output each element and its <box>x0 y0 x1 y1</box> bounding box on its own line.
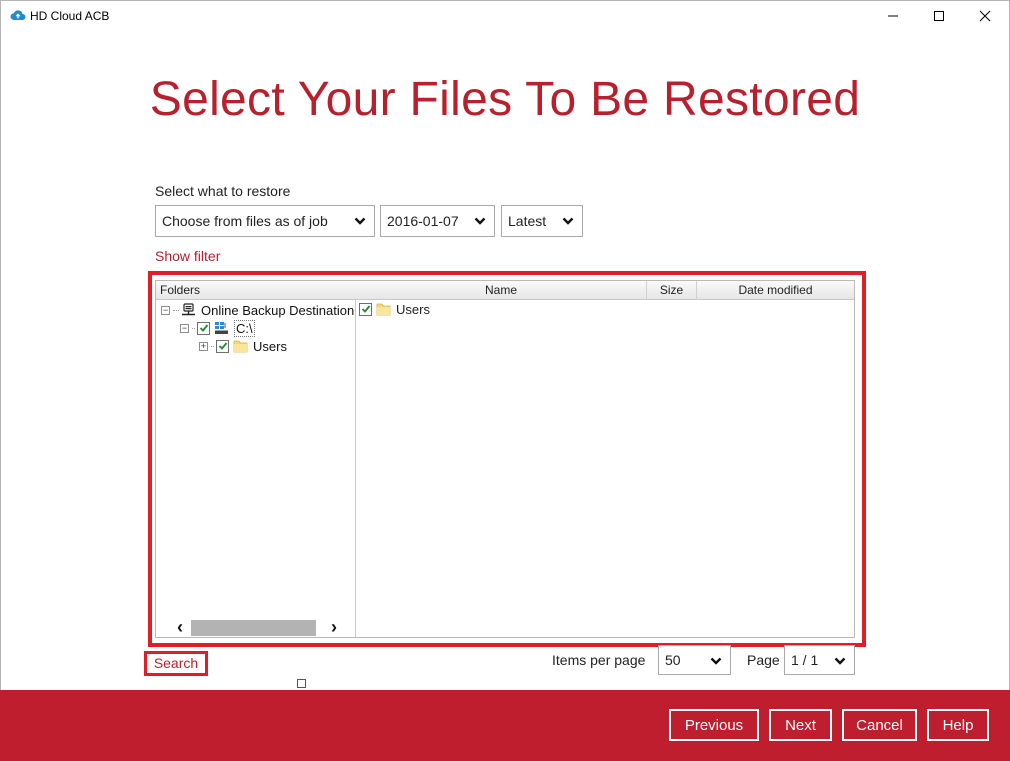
title-bar: HD Cloud ACB <box>0 0 1010 31</box>
version-select[interactable]: Latest <box>501 205 583 237</box>
cancel-button[interactable]: Cancel <box>842 709 917 741</box>
column-name[interactable]: Name <box>356 281 646 300</box>
close-button[interactable] <box>962 0 1008 31</box>
column-size[interactable]: Size <box>646 281 696 300</box>
folder-icon <box>376 303 391 316</box>
file-browser: Folders − Online Backup Destination − C:… <box>155 280 855 638</box>
close-icon <box>979 10 991 21</box>
cloud-icon <box>10 10 26 21</box>
page-select[interactable]: 1 / 1 <box>784 645 855 675</box>
column-date-modified[interactable]: Date modified <box>696 281 854 300</box>
chevron-down-icon <box>474 217 486 225</box>
list-item[interactable]: Users <box>359 300 430 318</box>
tree-connector <box>173 309 179 311</box>
maximize-icon <box>934 10 944 21</box>
tree-item-users[interactable]: + Users <box>199 337 287 355</box>
restore-mode-value: Choose from files as of job <box>162 213 328 229</box>
next-button[interactable]: Next <box>769 709 832 741</box>
items-per-page-value: 50 <box>665 652 681 668</box>
tree-root-label: Online Backup Destination <box>201 302 355 318</box>
scrollbar-thumb[interactable] <box>191 620 316 636</box>
scroll-left-icon[interactable]: ‹ <box>170 618 190 636</box>
maximize-button[interactable] <box>916 0 962 31</box>
list-item-name: Users <box>396 301 430 317</box>
folder-pane-scrollbar[interactable]: ‹ › <box>170 618 350 636</box>
tree-connector <box>211 345 214 347</box>
expand-icon[interactable]: + <box>199 341 208 351</box>
items-per-page-label: Items per page <box>552 652 646 668</box>
minimize-button[interactable] <box>870 0 916 31</box>
checkmark-icon <box>199 324 208 332</box>
page-title: Select Your Files To Be Restored <box>149 73 861 126</box>
list-item-checkbox[interactable] <box>359 302 372 316</box>
previous-button[interactable]: Previous <box>669 709 759 741</box>
items-per-page-select[interactable]: 50 <box>658 645 731 675</box>
file-list-header: Name Size Date modified <box>356 281 854 300</box>
page-label: Page <box>747 652 780 668</box>
tree-connector <box>192 327 195 329</box>
help-button[interactable]: Help <box>927 709 989 741</box>
date-select[interactable]: 2016-01-07 <box>380 205 495 237</box>
resize-grip-icon <box>297 679 306 688</box>
chevron-down-icon <box>562 217 574 225</box>
network-destination-icon <box>182 303 195 316</box>
tree-item-root[interactable]: − Online Backup Destination <box>161 301 354 319</box>
tree-item-drive[interactable]: − C:\ <box>180 319 255 337</box>
tree-folder-label: Users <box>253 338 287 354</box>
users-folder-checkbox[interactable] <box>216 339 229 353</box>
folder-icon <box>233 340 248 353</box>
checkmark-icon <box>218 342 227 350</box>
checkmark-icon <box>361 305 370 313</box>
minimize-icon <box>888 15 898 16</box>
search-link[interactable]: Search <box>144 651 208 676</box>
scroll-right-icon[interactable]: › <box>324 618 344 636</box>
drive-checkbox[interactable] <box>197 321 210 335</box>
chevron-down-icon <box>834 657 846 665</box>
tree-drive-label: C:\ <box>234 319 255 337</box>
date-value: 2016-01-07 <box>387 213 459 229</box>
window-title: HD Cloud ACB <box>30 9 110 23</box>
restore-mode-select[interactable]: Choose from files as of job <box>155 205 375 237</box>
windows-drive-icon <box>215 322 228 334</box>
restore-label: Select what to restore <box>155 183 291 199</box>
collapse-icon[interactable]: − <box>161 305 170 315</box>
show-filter-link[interactable]: Show filter <box>155 248 220 264</box>
chevron-down-icon <box>354 217 366 225</box>
folders-header: Folders <box>156 281 356 300</box>
folder-pane: Folders − Online Backup Destination − C:… <box>156 281 356 637</box>
version-value: Latest <box>508 213 547 229</box>
page-value: 1 / 1 <box>791 652 819 668</box>
collapse-icon[interactable]: − <box>180 323 189 333</box>
chevron-down-icon <box>710 657 722 665</box>
